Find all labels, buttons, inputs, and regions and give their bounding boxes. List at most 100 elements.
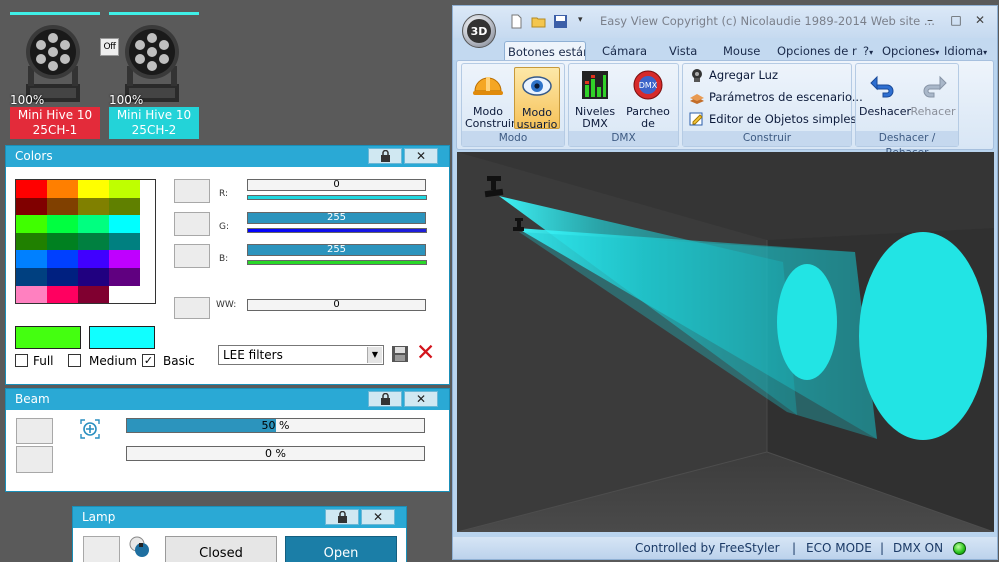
medium-checkbox[interactable] — [68, 354, 81, 367]
fixture-2[interactable]: 100% Mini Hive 10 25CH-2 — [109, 12, 201, 140]
parcheo-universos-button[interactable]: DMX Parcheo de Universos — [619, 67, 677, 142]
open-folder-icon[interactable] — [531, 14, 546, 29]
lock-button[interactable] — [368, 148, 402, 164]
channel-g-slider[interactable]: 255 — [247, 212, 426, 224]
hard-hat-icon — [473, 77, 503, 95]
close-panel-button[interactable]: ✕ — [361, 509, 395, 525]
filter-select[interactable]: LEE filters ▼ — [218, 345, 384, 365]
beam-slider-1[interactable]: 50 % — [126, 418, 425, 433]
help-menu[interactable]: ?▾ — [863, 41, 873, 60]
orb-label: 3D — [467, 19, 491, 43]
channel-ww-button[interactable] — [174, 297, 210, 319]
palette-swatch[interactable] — [78, 285, 109, 304]
palette-swatch[interactable] — [78, 180, 109, 198]
primary-color-swatch[interactable] — [15, 326, 81, 349]
lock-button[interactable] — [325, 509, 359, 525]
palette-swatch[interactable] — [16, 285, 47, 304]
editor-objetos-button[interactable]: Editor de Objetos simples — [689, 110, 856, 128]
channel-r-button[interactable] — [174, 179, 210, 203]
idioma-menu[interactable]: Idioma▾ — [944, 41, 987, 60]
maximize-button[interactable]: □ — [947, 13, 965, 28]
full-label: Full — [33, 354, 54, 368]
floppy-icon — [392, 346, 408, 362]
tab-mouse[interactable]: Mouse — [723, 41, 760, 60]
palette-swatch[interactable] — [47, 250, 78, 268]
fixture-label: Mini Hive 10 25CH-2 — [109, 107, 199, 139]
palette-swatch[interactable] — [16, 232, 47, 251]
rehacer-label: Rehacer — [910, 105, 956, 118]
fixture-name: Mini Hive 10 — [17, 108, 93, 122]
basic-checkbox[interactable]: ✓ — [142, 354, 155, 367]
beam-preset-button-1[interactable] — [16, 418, 53, 444]
beam-slider-2[interactable]: 0 % — [126, 446, 425, 461]
palette-swatch[interactable] — [78, 232, 109, 251]
secondary-color-swatch[interactable] — [89, 326, 155, 349]
lock-button[interactable] — [368, 391, 402, 407]
deshacer-button[interactable]: Deshacer — [859, 67, 911, 129]
save-button[interactable] — [391, 345, 409, 363]
tab-botones[interactable]: Botones estánc — [504, 41, 586, 60]
delete-button[interactable]: ✕ — [416, 341, 440, 365]
full-checkbox[interactable] — [15, 354, 28, 367]
fixture-1[interactable]: 100% Mini Hive 10 25CH-1 — [10, 12, 102, 140]
palette-swatch[interactable] — [78, 215, 109, 233]
close-button[interactable]: ✕ — [971, 13, 989, 28]
app-orb-button[interactable]: 3D — [462, 14, 496, 48]
channel-b-button[interactable] — [174, 244, 210, 268]
palette-swatch[interactable] — [47, 285, 78, 304]
close-panel-button[interactable]: ✕ — [404, 148, 438, 164]
tab-opciones-de[interactable]: Opciones de re — [777, 41, 857, 60]
channel-b-slider[interactable]: 255 — [247, 244, 426, 256]
idioma-label: Idioma — [944, 44, 984, 58]
zoom-icon[interactable] — [79, 418, 101, 440]
lamp-open-button[interactable]: Open — [285, 536, 397, 562]
filter-select-value: LEE filters — [223, 348, 283, 362]
palette-swatch[interactable] — [16, 250, 47, 268]
qat-dropdown-icon[interactable]: ▾ — [578, 15, 583, 25]
palette-swatch[interactable] — [47, 215, 78, 233]
channel-ww-slider[interactable]: 0 — [247, 299, 426, 311]
close-panel-button[interactable]: ✕ — [404, 391, 438, 407]
3d-viewport[interactable] — [456, 152, 995, 533]
minimize-button[interactable]: – — [921, 13, 939, 28]
color-palette — [15, 179, 156, 304]
palette-swatch[interactable] — [78, 250, 109, 268]
beam-preset-button-2[interactable] — [16, 446, 53, 473]
light-spot-2 — [859, 232, 987, 440]
new-file-icon[interactable] — [509, 14, 524, 29]
redo-icon — [923, 75, 947, 98]
palette-swatch[interactable] — [78, 197, 109, 216]
tab-camara[interactable]: Cámara — [602, 41, 647, 60]
rehacer-button[interactable]: Rehacer — [909, 67, 957, 129]
niveles-dmx-button[interactable]: Niveles DMX — [572, 67, 618, 130]
opciones-menu[interactable]: Opciones▾ — [882, 41, 939, 60]
channel-g-button[interactable] — [174, 212, 210, 236]
channel-b-preview — [247, 260, 427, 265]
ribbon-tabs: Botones estánc Cámara Vista Mouse Opcion… — [453, 38, 997, 60]
palette-swatch[interactable] — [47, 197, 78, 216]
palette-swatch[interactable] — [16, 180, 47, 198]
palette-swatch[interactable] — [78, 267, 109, 286]
agregar-luz-button[interactable]: Agregar Luz — [689, 66, 778, 84]
palette-swatch[interactable] — [109, 197, 140, 216]
lamp-closed-button[interactable]: Closed — [165, 536, 277, 562]
tab-vista[interactable]: Vista — [669, 41, 697, 60]
parametros-escenario-button[interactable]: Parámetros de escenario... — [689, 88, 863, 106]
palette-swatch[interactable] — [109, 285, 140, 304]
palette-swatch[interactable] — [16, 215, 47, 233]
palette-swatch[interactable] — [109, 267, 140, 286]
palette-swatch[interactable] — [47, 180, 78, 198]
channel-r-slider[interactable]: 0 — [247, 179, 426, 191]
palette-swatch[interactable] — [47, 232, 78, 251]
palette-swatch[interactable] — [109, 215, 140, 233]
lamp-preset-button[interactable] — [83, 536, 120, 562]
palette-swatch[interactable] — [47, 267, 78, 286]
palette-swatch[interactable] — [16, 197, 47, 216]
palette-swatch[interactable] — [109, 232, 140, 251]
palette-swatch[interactable] — [109, 250, 140, 268]
palette-swatch[interactable] — [109, 180, 140, 198]
modo-construir-button[interactable]: Modo Construir — [465, 67, 516, 130]
modo-usuario-button[interactable]: Modo usuario — [514, 67, 560, 131]
palette-swatch[interactable] — [16, 267, 47, 286]
save-icon[interactable] — [553, 14, 568, 29]
